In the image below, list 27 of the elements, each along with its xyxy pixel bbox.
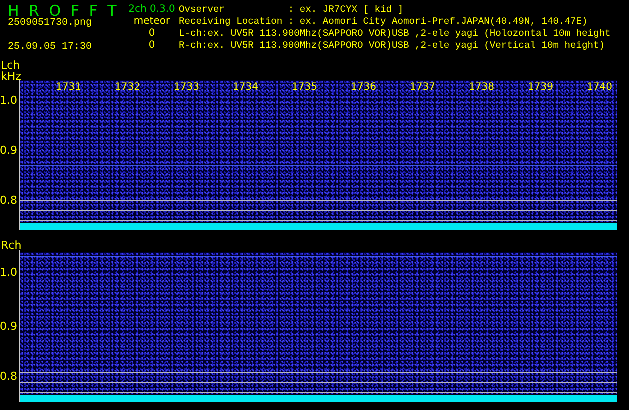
time-label: 1734 — [233, 82, 258, 93]
channel-label: Lch — [1, 60, 20, 71]
info-line: Ovserver : ex. JR7CYX [ kid ] — [179, 4, 405, 16]
info-line: L-ch:ex. UV5R 113.900Mhz(SAPPORO VOR)USB ,2-ele yagi (Holozontal 10m height — [179, 28, 611, 40]
time-label: 1731 — [56, 82, 82, 93]
frequency-label: 0.9 — [0, 321, 18, 332]
version-label: 2ch 0.3.0 — [128, 4, 176, 16]
time-label: 1732 — [115, 82, 140, 93]
frequency-label: 0.8 — [0, 195, 18, 206]
info-line: Receiving Location : ex. Aomori City Aomori-Pref.JAPAN(40.49N, 140.47E) — [179, 16, 589, 28]
frequency-label: 1.0 — [0, 95, 18, 106]
time-label: 1736 — [351, 82, 376, 93]
file-name: 2509051730.png — [8, 18, 94, 30]
meteor-count: 0 — [148, 28, 156, 40]
meteor-count: 0 — [148, 40, 156, 52]
info-line: R-ch:ex. UV5R 113.900Mhz(SAPPORO VOR)USB ,2-ele yagi (Vertical 10m height) — [179, 40, 606, 52]
channel-label: Rch — [1, 240, 23, 251]
time-label: 1739 — [528, 82, 554, 93]
meteor-label: meteor — [134, 16, 170, 28]
frequency-label: 1.0 — [0, 267, 18, 278]
unit-label: kHz — [1, 71, 22, 82]
frequency-label: 0.8 — [0, 371, 18, 382]
frequency-label: 0.9 — [0, 145, 18, 156]
time-label: 1733 — [174, 82, 200, 93]
date-time: 25.09.05 17:30 — [8, 42, 94, 54]
time-label: 1737 — [410, 82, 436, 93]
app-name: H R O F F T — [8, 4, 118, 18]
